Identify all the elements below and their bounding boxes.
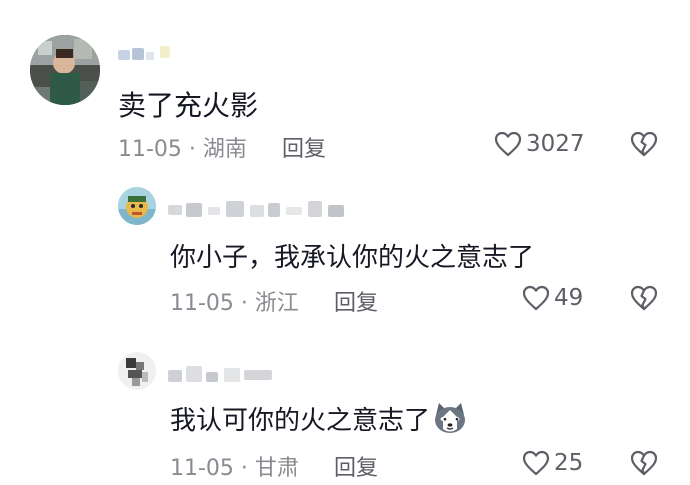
- reply-text-content: 我认可你的火之意志了: [170, 406, 431, 436]
- like-count: 49: [554, 285, 584, 311]
- reply-item: 你小子，我承认你的火之意志了 11-05 · 浙江 回复 49: [0, 175, 690, 325]
- reply-date: 11-05: [170, 291, 234, 316]
- broken-heart-icon: [630, 131, 658, 157]
- like-count: 25: [554, 450, 584, 476]
- meta-separator: ·: [233, 456, 255, 481]
- reply-date: 11-05: [170, 456, 234, 481]
- like-button[interactable]: 3027: [494, 131, 585, 157]
- reply-location: 甘肃: [254, 456, 299, 481]
- comment-date: 11-05: [118, 137, 182, 162]
- reply-meta: 11-05 · 浙江: [170, 285, 299, 317]
- avatar[interactable]: [118, 187, 156, 225]
- username-obscured[interactable]: [168, 364, 278, 384]
- dislike-button[interactable]: [630, 450, 658, 480]
- dislike-button[interactable]: [630, 285, 658, 315]
- reply-location: 浙江: [254, 291, 299, 316]
- avatar-image: [118, 352, 156, 390]
- comment-location: 湖南: [202, 137, 247, 162]
- reply-button[interactable]: 回复: [282, 131, 326, 163]
- meta-separator: ·: [181, 137, 203, 162]
- username-obscured[interactable]: [118, 44, 174, 64]
- reply-text: 我认可你的火之意志了: [170, 400, 468, 442]
- avatar-image: [118, 187, 156, 225]
- reply-meta: 11-05 · 甘肃: [170, 450, 299, 482]
- meta-separator: ·: [233, 291, 255, 316]
- avatar[interactable]: [30, 35, 100, 105]
- like-button[interactable]: 25: [522, 450, 583, 476]
- heart-outline-icon: [522, 285, 550, 311]
- comment-text: 卖了充火影: [118, 89, 259, 122]
- broken-heart-icon: [630, 450, 658, 476]
- avatar[interactable]: [118, 352, 156, 390]
- reply-item: 我认可你的火之意志了 11-05 · 甘肃 回复 25: [0, 340, 690, 485]
- dislike-button[interactable]: [630, 131, 658, 161]
- like-button[interactable]: 49: [522, 285, 583, 311]
- broken-heart-icon: [630, 285, 658, 311]
- reply-button[interactable]: 回复: [334, 450, 378, 482]
- comment-thread: 卖了充火影 11-05 · 湖南 回复 3027 你小子，我承认你的火之意志了 …: [0, 0, 690, 485]
- husky-dog-emoji-icon: [432, 401, 468, 442]
- heart-outline-icon: [494, 131, 522, 157]
- avatar-image: [30, 35, 100, 105]
- reply-text: 你小子，我承认你的火之意志了: [170, 243, 535, 273]
- heart-outline-icon: [522, 450, 550, 476]
- like-count: 3027: [526, 131, 585, 157]
- comment-meta: 11-05 · 湖南: [118, 131, 247, 163]
- comment-item: 卖了充火影 11-05 · 湖南 回复 3027: [0, 0, 690, 175]
- username-obscured[interactable]: [168, 199, 348, 219]
- reply-button[interactable]: 回复: [334, 285, 378, 317]
